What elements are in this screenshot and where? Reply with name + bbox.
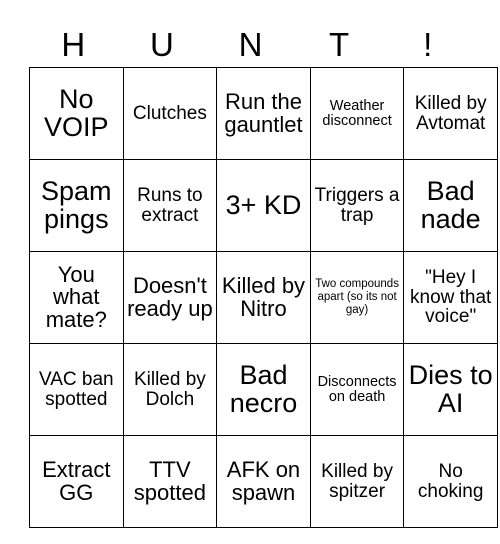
bingo-cell-label: Extract GG [42, 457, 111, 505]
bingo-cell-label: Spam pings [41, 175, 112, 234]
bingo-cell-label: Killed by spitzer [321, 461, 393, 502]
bingo-cell[interactable]: Killed by Dolch [122, 343, 218, 436]
header-letter-3: N [238, 26, 263, 63]
bingo-cell[interactable]: Bad necro [216, 343, 311, 436]
header-letter-5: ! [423, 26, 433, 63]
bingo-cell-label: Triggers a trap [314, 185, 400, 226]
bingo-cell-label: Doesn't ready up [127, 273, 213, 321]
bingo-cell-label: AFK on spawn [226, 457, 301, 505]
bingo-cell[interactable]: Clutches [122, 67, 218, 160]
bingo-cell[interactable]: Killed by Nitro [216, 251, 311, 344]
bingo-cell-label: Weather disconnect [322, 97, 392, 129]
bingo-cell-label: Runs to extract [137, 185, 203, 226]
bingo-cell-label: Killed by Avtomat [414, 93, 487, 134]
bingo-row: VAC ban spotted Killed by Dolch Bad necr… [29, 343, 498, 436]
bingo-cell[interactable]: Two compounds apart (so its not gay) [309, 251, 405, 344]
bingo-cell[interactable]: AFK on spawn [216, 435, 311, 528]
bingo-cell[interactable]: Bad nade [403, 159, 498, 252]
bingo-cell[interactable]: You what mate? [29, 251, 124, 344]
bingo-cell-label: Bad nade [420, 175, 481, 234]
bingo-cell[interactable]: Killed by Avtomat [403, 67, 498, 160]
bingo-cell-label: "Hey I know that voice" [410, 267, 492, 328]
bingo-cell-label: 3+ KD [225, 189, 302, 220]
bingo-cell[interactable]: Disconnects on death [309, 343, 405, 436]
bingo-cell-label: Two compounds apart (so its not gay) [315, 278, 399, 316]
bingo-cell[interactable]: 3+ KD [216, 159, 311, 252]
bingo-cell-label: TTV spotted [133, 457, 206, 505]
bingo-grid: No VOIP Clutches Run the gauntlet Weathe… [29, 67, 498, 528]
bingo-cell[interactable]: Triggers a trap [309, 159, 405, 252]
bingo-row: No VOIP Clutches Run the gauntlet Weathe… [29, 67, 498, 160]
bingo-card: H U N T ! No VOIP Clutches Run the gaunt… [29, 22, 498, 528]
bingo-cell-label: Dies to AI [408, 359, 493, 418]
bingo-cell-label: You what mate? [45, 261, 107, 332]
header-letter-2: U [149, 26, 174, 63]
bingo-row: Extract GG TTV spotted AFK on spawn Kill… [29, 435, 498, 528]
bingo-cell[interactable]: Run the gauntlet [216, 67, 311, 160]
bingo-row: Spam pings Runs to extract 3+ KD Trigger… [29, 159, 498, 252]
bingo-cell[interactable]: TTV spotted [122, 435, 218, 528]
bingo-cell-label: Killed by Nitro [221, 273, 306, 321]
bingo-cell-label: No VOIP [44, 83, 109, 142]
bingo-cell[interactable]: No VOIP [29, 67, 124, 160]
bingo-cell-label: Run the gauntlet [224, 89, 303, 137]
bingo-header: H U N T ! [29, 22, 472, 67]
bingo-cell[interactable]: Weather disconnect [309, 67, 405, 160]
bingo-cell-label: Killed by Dolch [133, 369, 206, 410]
bingo-row: You what mate? Doesn't ready up Killed b… [29, 251, 498, 344]
bingo-cell[interactable]: Runs to extract [122, 159, 218, 252]
bingo-cell-label: Clutches [132, 102, 207, 124]
bingo-cell-label: No choking [417, 461, 484, 502]
bingo-cell[interactable]: Dies to AI [403, 343, 498, 436]
bingo-cell[interactable]: "Hey I know that voice" [403, 251, 498, 344]
bingo-cell[interactable]: Doesn't ready up [122, 251, 218, 344]
bingo-cell[interactable]: Spam pings [29, 159, 124, 252]
header-letter-4: T [328, 26, 350, 63]
bingo-cell[interactable]: Extract GG [29, 435, 124, 528]
bingo-cell[interactable]: No choking [403, 435, 498, 528]
bingo-cell[interactable]: VAC ban spotted [29, 343, 124, 436]
bingo-cell-label: Disconnects on death [317, 373, 397, 405]
bingo-cell-label: Bad necro [229, 359, 298, 418]
bingo-cell-label: VAC ban spotted [38, 369, 114, 410]
bingo-cell[interactable]: Killed by spitzer [309, 435, 405, 528]
header-letter-1: H [61, 26, 86, 63]
